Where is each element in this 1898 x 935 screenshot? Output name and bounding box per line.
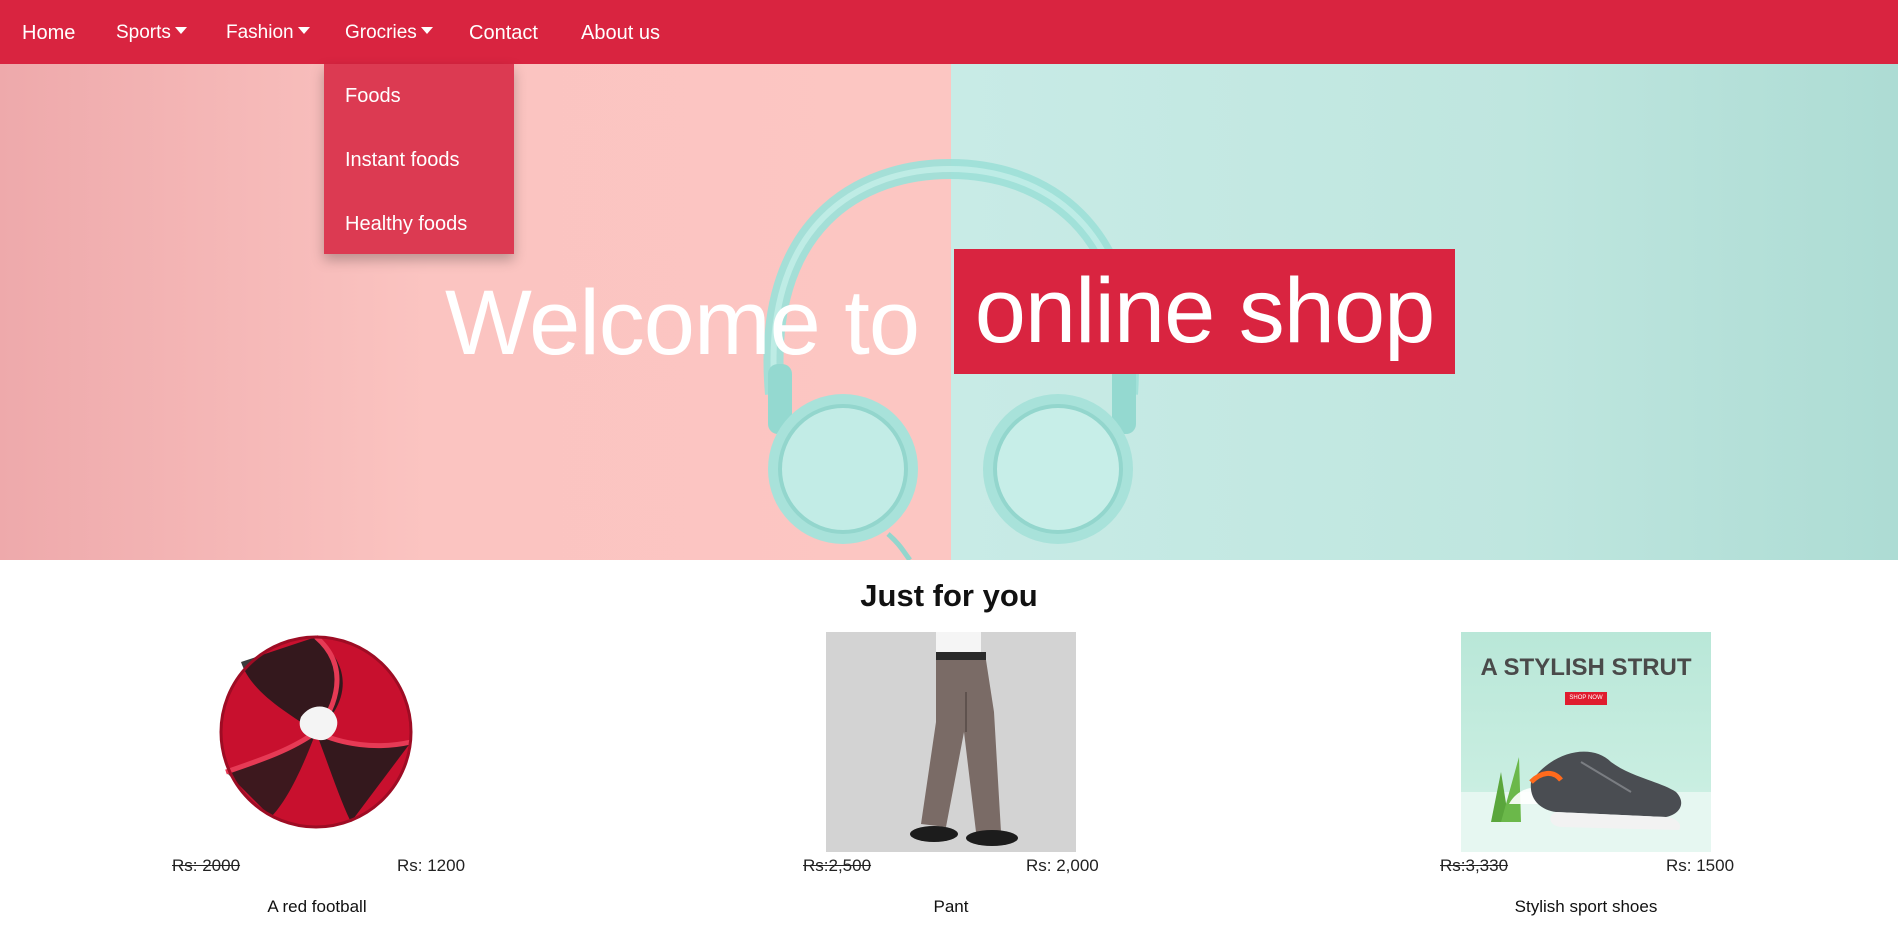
football-image[interactable] <box>191 632 441 852</box>
nav-sports[interactable]: Sports <box>116 0 187 64</box>
groceries-dropdown-menu: Foods Instant foods Healthy foods <box>324 64 514 254</box>
nav-about[interactable]: About us <box>581 0 660 64</box>
product-name[interactable]: A red football <box>167 897 467 917</box>
sneaker-icon <box>1461 751 1711 852</box>
pant-image[interactable] <box>826 632 1076 852</box>
product-new-price: Rs: 1200 <box>397 856 466 875</box>
dropdown-item-foods[interactable]: Foods <box>345 64 401 128</box>
hero-title-highlight: online shop <box>954 249 1455 374</box>
nav-fashion-label: Fashion <box>226 22 294 43</box>
hero-banner: online shop Welcome to <box>0 64 1898 560</box>
shoe-image[interactable]: A STYLISH STRUT SHOP NOW <box>1461 632 1711 852</box>
product-new-price: Rs: 1500 <box>1666 856 1735 875</box>
section-title: Just for you <box>860 578 1038 613</box>
product-name[interactable]: Pant <box>801 897 1101 917</box>
nav-contact[interactable]: Contact <box>469 0 538 64</box>
caret-down-icon <box>297 27 310 35</box>
nav-sports-label: Sports <box>116 22 171 43</box>
caret-down-icon <box>174 27 187 35</box>
product-new-price: Rs: 2,000 <box>1026 856 1099 875</box>
dropdown-item-healthy-foods[interactable]: Healthy foods <box>345 192 467 256</box>
product-old-price: Rs: 2000 <box>172 856 241 875</box>
nav-groceries[interactable]: Grocries <box>345 0 433 64</box>
caret-down-icon <box>420 27 433 35</box>
nav-home[interactable]: Home <box>22 0 75 64</box>
product-old-price: Rs:2,500 <box>803 856 872 875</box>
hero-title-prefix: Welcome to <box>445 272 920 374</box>
dropdown-item-instant-foods[interactable]: Instant foods <box>345 128 460 192</box>
top-navbar: Home Sports Fashion Grocries Contact Abo… <box>0 0 1898 64</box>
product-old-price: Rs:3,330 <box>1440 856 1509 875</box>
nav-groceries-label: Grocries <box>345 22 417 43</box>
nav-fashion[interactable]: Fashion <box>226 0 310 64</box>
headphones-illustration <box>763 158 1139 560</box>
product-name[interactable]: Stylish sport shoes <box>1436 897 1736 917</box>
